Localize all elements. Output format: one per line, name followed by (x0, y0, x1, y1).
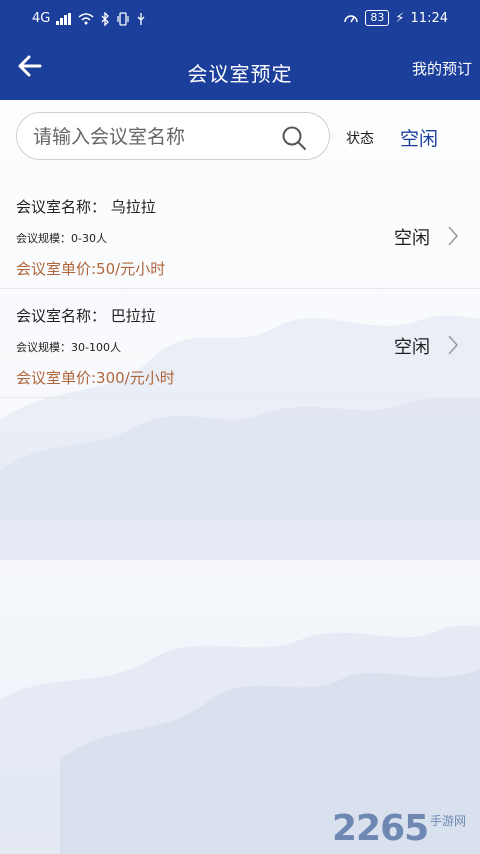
nav-bar: 会议室预定 我的预订 (0, 38, 480, 100)
chevron-right-icon (448, 335, 459, 355)
chevron-right-icon (448, 226, 459, 246)
bluetooth-icon (101, 11, 110, 26)
watermark-logo: 2265 (332, 808, 429, 849)
search-box[interactable] (16, 112, 330, 160)
status-bar: 4G 83 ⚡ 11:24 (0, 0, 480, 38)
watermark-subtitle: 手游网 (430, 814, 467, 828)
room-scale: 会议规模：30-100人 (16, 341, 121, 354)
room-status: 空闲 (394, 337, 430, 358)
room-scale: 会议规模：0-30人 (16, 232, 107, 245)
signal-icon (56, 12, 72, 25)
status-right: 83 ⚡ 11:24 (343, 10, 448, 26)
status-filter-label: 状态 (346, 131, 374, 147)
status-left: 4G (32, 11, 146, 26)
search-row: 状态 空闲 (0, 112, 480, 164)
signal-text: 4G (32, 11, 51, 26)
room-name: 会议室名称： 巴拉拉 (16, 307, 156, 325)
room-status: 空闲 (394, 228, 430, 249)
room-price: 会议室单价:50/元小时 (16, 260, 166, 278)
charging-icon: ⚡ (395, 10, 405, 26)
clock-time: 11:24 (410, 10, 448, 26)
room-name: 会议室名称： 乌拉拉 (16, 198, 156, 216)
usb-icon (137, 12, 145, 25)
app-header: 4G 83 ⚡ 11:24 会议室预定 我的预订 (0, 0, 480, 100)
room-list-item[interactable]: 会议室名称： 巴拉拉 会议规模：30-100人 会议室单价:300/元小时 空闲 (0, 289, 480, 398)
my-booking-link[interactable]: 我的预订 (412, 58, 472, 79)
search-input[interactable] (31, 121, 275, 153)
wifi-icon (78, 12, 94, 24)
room-price: 会议室单价:300/元小时 (16, 369, 175, 387)
battery-level: 83 (365, 10, 390, 26)
status-filter-value[interactable]: 空闲 (400, 124, 438, 151)
room-list: 会议室名称： 乌拉拉 会议规模：0-30人 会议室单价:50/元小时 空闲 会议… (0, 180, 480, 398)
search-icon[interactable] (281, 125, 307, 151)
vibrate-icon (117, 11, 129, 26)
room-list-item[interactable]: 会议室名称： 乌拉拉 会议规模：0-30人 会议室单价:50/元小时 空闲 (0, 180, 480, 289)
speed-icon (344, 15, 359, 23)
page-title: 会议室预定 (187, 62, 293, 86)
